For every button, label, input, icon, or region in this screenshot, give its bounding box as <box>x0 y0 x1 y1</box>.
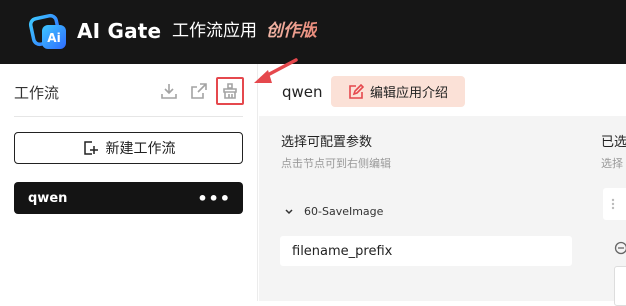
logo-mark-text: Ai <box>47 31 60 45</box>
configurable-params-title: 选择可配置参数 <box>281 134 372 152</box>
new-document-icon <box>82 140 98 156</box>
edit-icon <box>348 84 364 100</box>
app-title: 工作流应用 <box>172 19 257 43</box>
workflow-list-item[interactable]: qwen ••• <box>14 182 243 214</box>
new-workflow-button[interactable]: 新建工作流 <box>14 132 243 164</box>
workflow-name-heading: qwen <box>282 81 323 103</box>
selected-params-title: 已选 <box>601 134 626 152</box>
workflow-item-name: qwen <box>28 191 67 206</box>
edit-app-intro-label: 编辑应用介绍 <box>370 82 448 101</box>
selected-params-subtitle: 选择 <box>601 156 623 171</box>
new-workflow-label: 新建工作流 <box>106 138 176 158</box>
clean-brush-icon[interactable] <box>216 77 244 105</box>
sidebar-divider <box>14 116 243 117</box>
workflow-sidebar: 工作流 新建工作流 qwen ••• <box>0 64 258 301</box>
top-bar: Ai AI Gate 工作流应用 创作版 <box>0 0 626 64</box>
more-options-icon[interactable]: ••• <box>197 189 231 208</box>
selected-param-input[interactable] <box>614 266 626 306</box>
param-name: filename_prefix <box>292 244 392 259</box>
edition-badge: 创作版 <box>266 19 317 43</box>
download-icon[interactable] <box>158 80 180 102</box>
drag-handle-icon[interactable] <box>611 198 621 210</box>
configurable-params-subtitle: 点击节点可到右侧编辑 <box>281 156 391 171</box>
brand-name: AI Gate <box>77 16 161 46</box>
chevron-down-icon <box>284 207 294 217</box>
external-link-icon[interactable] <box>188 80 210 102</box>
edit-app-intro-button[interactable]: 编辑应用介绍 <box>331 76 465 107</box>
param-item[interactable]: filename_prefix <box>280 236 572 266</box>
minus-circle-icon[interactable] <box>614 241 626 255</box>
node-label: 60-SaveImage <box>304 205 383 218</box>
selected-param-card[interactable] <box>603 188 626 220</box>
ai-gate-logo-icon: Ai <box>28 11 70 53</box>
node-group-header[interactable]: 60-SaveImage <box>284 205 383 218</box>
sidebar-title: 工作流 <box>14 82 59 104</box>
